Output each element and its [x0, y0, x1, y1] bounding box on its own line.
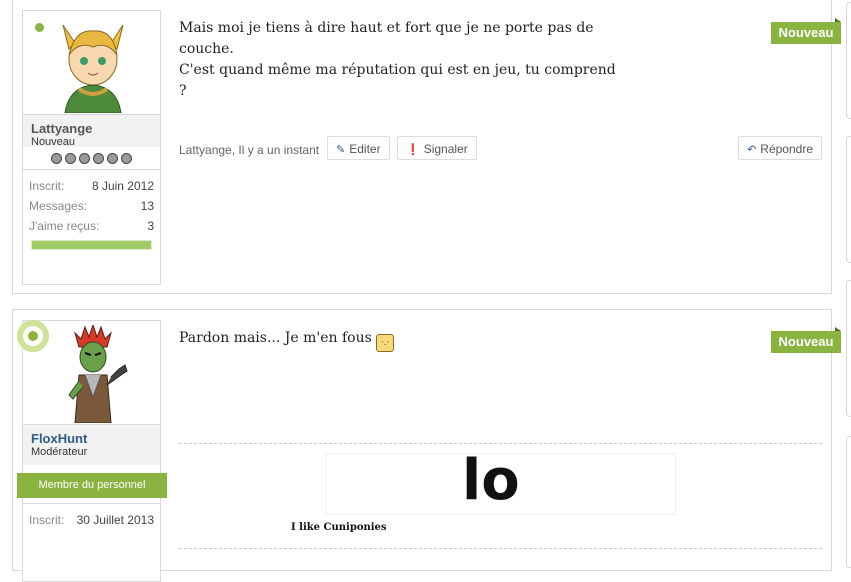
stat-label: Messages:: [29, 199, 88, 213]
signature-text: lo: [462, 448, 520, 513]
reply-label: Répondre: [760, 142, 813, 156]
staff-banner: Membre du personnel: [17, 473, 167, 498]
avatar-image: [68, 325, 128, 423]
online-indicator: [17, 320, 49, 352]
message-user-info: FloxHunt Modérateur Membre du personnel …: [17, 320, 167, 582]
message-line: C'est quand même ma réputation qui est e…: [179, 62, 616, 99]
reply-arrow-icon: ↶: [747, 144, 757, 156]
rating-ball-icon: [51, 152, 62, 164]
rating-ball-icon: [79, 152, 90, 164]
report-label: Signaler: [423, 142, 468, 156]
sidebar-edge: [846, 136, 851, 263]
message-text: Pardon mais... Je m'en fous ·.·: [179, 328, 619, 352]
new-badge: Nouveau: [771, 327, 841, 353]
username[interactable]: FloxHunt: [31, 432, 152, 446]
stat-label: J'aime reçus:: [29, 219, 100, 233]
signature-divider: [179, 443, 822, 444]
stat-value: 30 Juillet 2013: [76, 513, 154, 527]
sidebar-edge: [846, 280, 851, 417]
user-title: Modérateur: [31, 446, 88, 458]
smiley-icon: ·.·: [376, 334, 395, 352]
avatar-image: [62, 24, 124, 113]
rating-ball-icon: [121, 152, 132, 164]
stat-likes: J'aime reçus: 3: [29, 216, 154, 236]
signature-divider: [179, 548, 822, 549]
edit-label: Editer: [349, 142, 381, 156]
pencil-icon: ✎: [336, 144, 346, 156]
stat-value: 3: [147, 219, 154, 233]
message-post: FloxHunt Modérateur Membre du personnel …: [12, 309, 841, 582]
stat-messages: Messages: 13: [29, 196, 154, 216]
stat-joined: Inscrit: 30 Juillet 2013: [29, 510, 154, 530]
like-progress-bar: [31, 240, 152, 250]
stat-label: Inscrit:: [29, 513, 65, 527]
message-user-info: Lattyange Nouveau Inscrit: 8 Juin 2012 M…: [22, 10, 161, 285]
edit-button[interactable]: ✎ Editer: [327, 136, 390, 160]
rating-ball-icon: [107, 152, 118, 164]
message-line: Pardon mais... Je m'en fous: [179, 330, 372, 346]
message-line: Mais moi je tiens à dire haut et fort qu…: [179, 20, 594, 57]
stat-value: 8 Juin 2012: [91, 179, 154, 193]
new-badge: Nouveau: [771, 18, 841, 44]
user-stats: Inscrit: 8 Juin 2012 Messages: 13 J'aime…: [23, 169, 160, 250]
post-date[interactable]: Lattyange, Il y a un instant: [179, 143, 319, 157]
signature-image: lo: [326, 448, 676, 515]
report-button[interactable]: ❗ Signaler: [397, 136, 477, 160]
message-actions: Lattyange, Il y a un instant ✎ Editer ❗ Si…: [179, 136, 822, 162]
rating-balls: [23, 147, 160, 169]
stat-joined: Inscrit: 8 Juin 2012: [29, 176, 154, 196]
avatar[interactable]: [17, 320, 160, 425]
reply-button[interactable]: ↶ Répondre: [738, 136, 822, 160]
avatar[interactable]: [23, 11, 160, 115]
stat-label: Inscrit:: [29, 179, 65, 193]
signature-caption: I like Cuniponies: [291, 522, 387, 533]
stat-value[interactable]: 13: [141, 196, 154, 216]
exclamation-circle-icon: ❗: [406, 144, 420, 156]
sidebar-edge: [846, 2, 851, 119]
sidebar-edge: [846, 436, 851, 568]
user-stats: Inscrit: 30 Juillet 2013: [23, 503, 160, 530]
message-text: Mais moi je tiens à dire haut et fort qu…: [179, 18, 619, 102]
online-indicator: [35, 23, 44, 32]
username[interactable]: Lattyange: [31, 122, 152, 136]
message-post: Lattyange Nouveau Inscrit: 8 Juin 2012 M…: [12, 0, 841, 294]
rating-ball-icon: [93, 152, 104, 164]
rating-ball-icon: [65, 152, 76, 164]
